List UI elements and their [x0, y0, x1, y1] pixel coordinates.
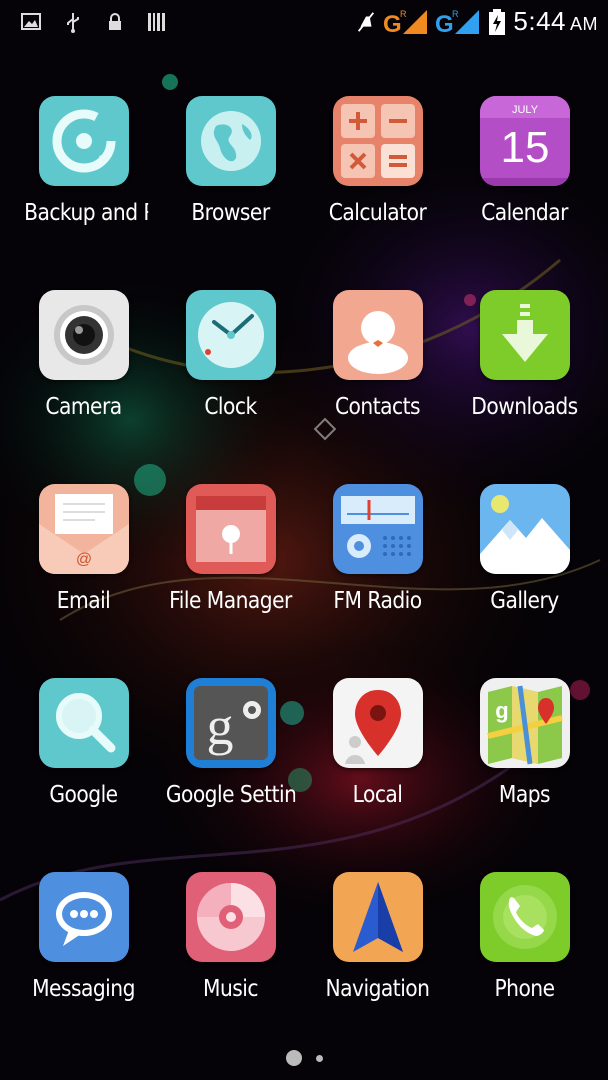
phone-icon: [479, 872, 570, 962]
barcode-icon: [148, 13, 165, 31]
google-settings-icon: g: [185, 678, 276, 768]
app-label: Downloads: [471, 394, 578, 420]
signal-g-blue-icon: G R: [435, 9, 480, 36]
svg-text:R: R: [400, 9, 407, 19]
camera-icon: [38, 290, 129, 380]
calendar-icon: JULY 15: [479, 96, 570, 186]
app-fm-radio[interactable]: FM Radio: [304, 478, 451, 672]
mute-icon: [358, 11, 375, 32]
page-dot[interactable]: [315, 1054, 323, 1062]
navigation-arrow-icon: [332, 872, 423, 962]
app-label: Navigation: [325, 976, 430, 1002]
app-label: FM Radio: [333, 588, 422, 614]
map-icon: g: [479, 678, 570, 768]
backup-icon: [38, 96, 129, 186]
usb-icon: [67, 13, 79, 33]
app-label: Music: [203, 976, 258, 1002]
calendar-day: 15: [500, 123, 549, 172]
radio-icon: [332, 484, 423, 574]
svg-text:R: R: [452, 9, 459, 19]
app-navigation[interactable]: Navigation: [304, 866, 451, 1060]
app-local[interactable]: Local: [304, 672, 451, 866]
disc-icon: [185, 872, 276, 962]
app-calculator[interactable]: Calculator: [304, 90, 451, 284]
app-camera[interactable]: Camera: [10, 284, 157, 478]
mountain-icon: [479, 484, 570, 574]
app-file-manager[interactable]: File Manager: [157, 478, 304, 672]
map-pin-icon: [332, 678, 423, 768]
app-label: Maps: [498, 782, 551, 808]
chat-bubble-icon: [38, 872, 129, 962]
app-label: Local: [352, 782, 403, 808]
app-label: Calculator: [328, 200, 427, 226]
globe-icon: [185, 96, 276, 186]
app-messaging[interactable]: Messaging: [10, 866, 157, 1060]
lock-icon: [109, 13, 121, 30]
image-icon: [21, 13, 41, 30]
clock-icon: [185, 290, 276, 380]
folder-icon: [185, 484, 276, 574]
app-label: Camera: [45, 394, 122, 420]
app-clock[interactable]: Clock: [157, 284, 304, 478]
calendar-month: JULY: [511, 104, 538, 116]
svg-text:G: G: [435, 11, 454, 36]
app-downloads[interactable]: Downloads: [451, 284, 598, 478]
contacts-icon: [332, 290, 423, 380]
svg-text:g: g: [206, 696, 233, 756]
app-google[interactable]: Google: [10, 672, 157, 866]
app-label: Phone: [494, 976, 555, 1002]
app-label: Google: [49, 782, 118, 808]
app-label: Contacts: [334, 394, 421, 420]
app-label: Backup and Re: [24, 200, 148, 226]
status-bar: G R G R 5:44 AM: [0, 0, 608, 44]
app-maps[interactable]: g Maps: [451, 672, 598, 866]
app-label: Calendar: [481, 200, 568, 226]
app-calendar[interactable]: JULY 15 Calendar: [451, 90, 598, 284]
app-backup[interactable]: Backup and Re: [10, 90, 157, 284]
app-label: Browser: [191, 200, 270, 226]
page-dot-current[interactable]: [285, 1050, 302, 1066]
svg-text:@: @: [75, 551, 91, 568]
app-label: Clock: [204, 394, 257, 420]
app-google-settings[interactable]: g Google Setting: [157, 672, 304, 866]
app-browser[interactable]: Browser: [157, 90, 304, 284]
clock-time: 5:44 AM: [513, 6, 598, 36]
app-phone[interactable]: Phone: [451, 866, 598, 1060]
app-gallery[interactable]: Gallery: [451, 478, 598, 672]
calculator-icon: [332, 96, 423, 186]
app-label: Gallery: [490, 588, 559, 614]
app-label: File Manager: [169, 588, 292, 614]
download-icon: [479, 290, 570, 380]
svg-text:g: g: [495, 698, 508, 723]
app-label: Email: [56, 588, 111, 614]
app-label: Messaging: [32, 976, 135, 1002]
app-email[interactable]: @ Email: [10, 478, 157, 672]
app-grid: Backup and Re Browser: [0, 90, 608, 1060]
app-music[interactable]: Music: [157, 866, 304, 1060]
envelope-icon: @: [38, 484, 129, 574]
app-label: Google Setting: [165, 782, 296, 808]
search-icon: [38, 678, 129, 768]
page-indicator: [0, 1050, 608, 1066]
signal-g-orange-icon: G R: [383, 9, 428, 36]
app-contacts[interactable]: Contacts: [304, 284, 451, 478]
battery-charging-icon: [489, 8, 506, 35]
svg-text:G: G: [383, 11, 402, 36]
